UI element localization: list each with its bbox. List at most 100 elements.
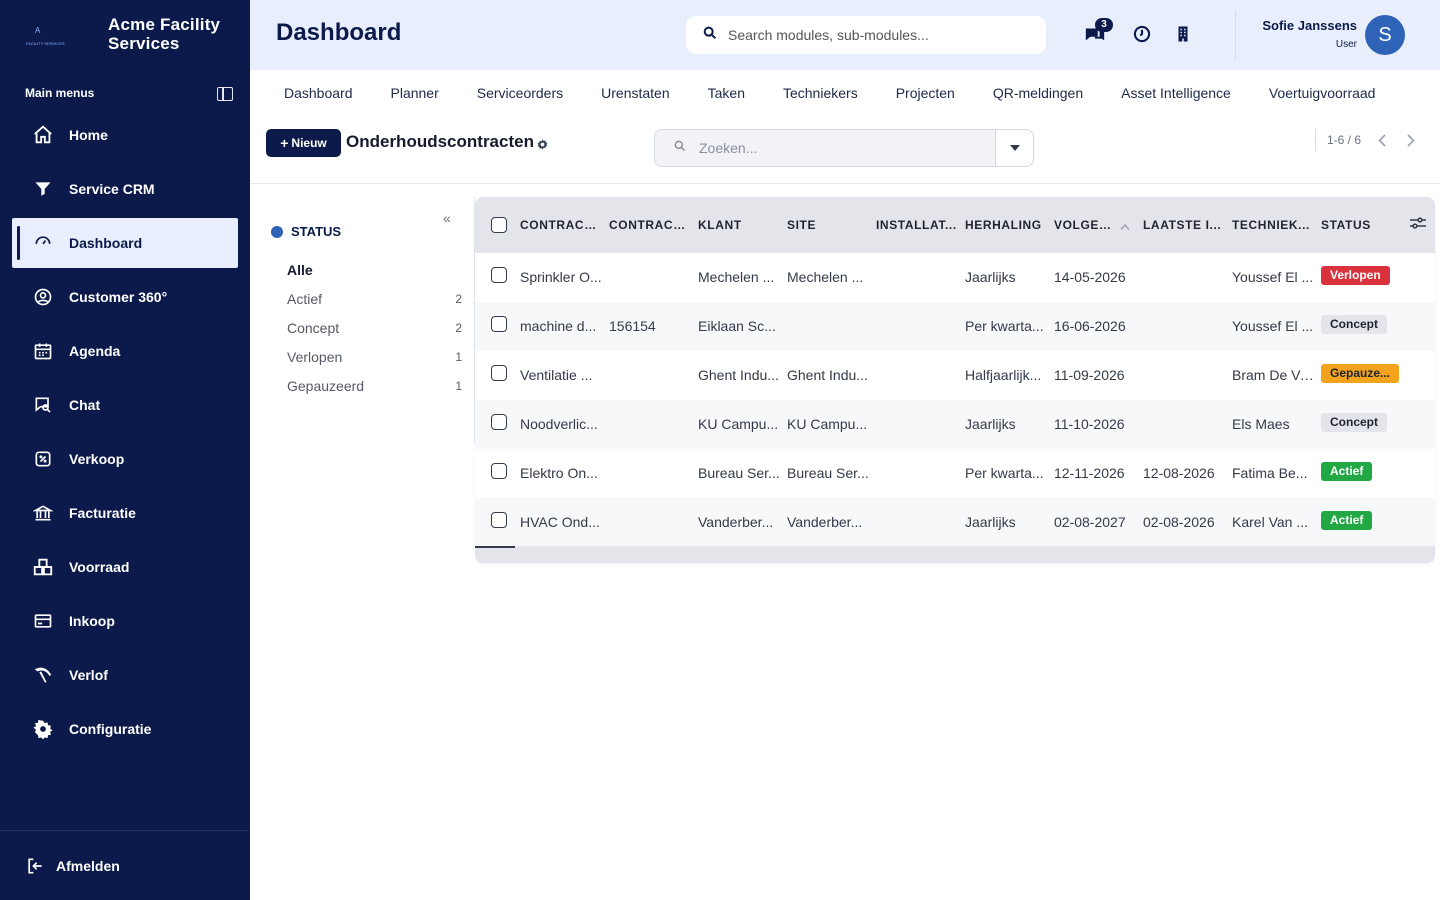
sort-asc-icon[interactable] [1120, 218, 1130, 236]
filter-count: 1 [455, 349, 462, 364]
sidebar-item-label: Chat [69, 397, 101, 413]
column-header-technieker[interactable]: TECHNIEK... [1232, 218, 1312, 232]
row-checkbox[interactable] [491, 463, 507, 479]
search-dropdown-toggle[interactable] [995, 130, 1033, 166]
cell-laatste: 02-08-2026 [1143, 514, 1215, 530]
sidebar-item-agenda[interactable]: Agenda [12, 326, 238, 376]
cell-volgend: 14-05-2026 [1054, 269, 1126, 285]
column-header-site[interactable]: SITE [787, 218, 869, 232]
sidebar-item-inkoop[interactable]: Inkoop [12, 596, 238, 646]
column-settings-icon[interactable] [1410, 216, 1426, 235]
filter-concept[interactable]: Concept 2 [287, 313, 465, 342]
tab-planner[interactable]: Planner [391, 85, 439, 101]
cell-technieker: Els Maes [1232, 416, 1290, 432]
table-row[interactable]: Ventilatie ... Ghent Indu... Ghent Indu.… [475, 351, 1435, 400]
sidebar-item-voorraad[interactable]: Voorraad [12, 542, 238, 592]
list-search-input[interactable] [699, 140, 969, 156]
building-button[interactable] [1171, 22, 1195, 46]
status-badge: Concept [1321, 315, 1387, 334]
chat-button[interactable]: 3 [1083, 18, 1113, 46]
collapse-panel-icon[interactable]: « [443, 210, 451, 226]
cell-site: Vanderber... [787, 514, 863, 530]
sidebar-item-verlof[interactable]: Verlof [12, 650, 238, 700]
cell-contract: Sprinkler O... [520, 269, 602, 285]
bank-icon [32, 502, 54, 524]
new-button[interactable]: + Nieuw [266, 129, 341, 157]
pager-divider [1315, 129, 1316, 151]
status-badge: Verlopen [1321, 266, 1390, 285]
column-header-herhaling[interactable]: HERHALING [965, 218, 1047, 232]
cell-herhaling: Jaarlijks [965, 269, 1016, 285]
sale-icon [32, 448, 54, 470]
cell-klant: Eiklaan Sc... [698, 318, 776, 334]
gauge-icon [32, 232, 54, 254]
row-checkbox[interactable] [491, 267, 507, 283]
tab-projecten[interactable]: Projecten [896, 85, 955, 101]
filter-alle[interactable]: Alle [287, 255, 465, 284]
table-row[interactable]: HVAC Ond... Vanderber... Vanderber... Ja… [475, 498, 1435, 547]
cell-site: Ghent Indu... [787, 367, 868, 383]
list-settings-gear-icon[interactable] [537, 137, 548, 155]
prev-page-icon[interactable] [1375, 131, 1389, 149]
column-header-laatste[interactable]: LAATSTE I... [1143, 218, 1223, 232]
column-header-klant[interactable]: KLANT [698, 218, 780, 232]
sidebar-item-service-crm[interactable]: Service CRM [12, 164, 238, 214]
home-icon [32, 124, 54, 146]
sidebar: A FACILITY SERVICES Acme Facility Servic… [0, 0, 250, 900]
row-checkbox[interactable] [491, 512, 507, 528]
cell-site: Mechelen ... [787, 269, 864, 285]
warehouse-icon [32, 556, 54, 578]
scrollbar-thumb[interactable] [475, 546, 515, 548]
sidebar-item-label: Service CRM [69, 181, 155, 197]
plus-icon: + [280, 135, 289, 151]
table-row[interactable]: Noodverlic... KU Campu... KU Campu... Ja… [475, 400, 1435, 449]
row-checkbox[interactable] [491, 365, 507, 381]
filter-gepauzeerd[interactable]: Gepauzeerd 1 [287, 371, 465, 400]
tab-serviceorders[interactable]: Serviceorders [477, 85, 563, 101]
column-header-installatie[interactable]: INSTALLAT... [876, 218, 958, 232]
sidebar-item-dashboard[interactable]: Dashboard [12, 218, 238, 268]
cell-herhaling: Per kwarta... [965, 465, 1044, 481]
tab-techniekers[interactable]: Techniekers [783, 85, 858, 101]
tab-urenstaten[interactable]: Urenstaten [601, 85, 669, 101]
tab-dashboard[interactable]: Dashboard [284, 85, 353, 101]
table-footer-scrollbar[interactable] [475, 546, 1435, 563]
new-button-label: Nieuw [291, 136, 327, 150]
table-row[interactable]: machine d... 156154 Eiklaan Sc... Per kw… [475, 302, 1435, 351]
sidebar-toggle-icon[interactable] [217, 87, 233, 101]
filter-label: Concept [287, 319, 340, 336]
sidebar-item-chat[interactable]: Chat [12, 380, 238, 430]
row-checkbox[interactable] [491, 414, 507, 430]
clock-button[interactable] [1130, 22, 1154, 46]
sidebar-item-configuratie[interactable]: Configuratie [12, 704, 238, 754]
list-search[interactable] [654, 129, 1034, 167]
sidebar-item-facturatie[interactable]: Facturatie [12, 488, 238, 538]
column-header-status[interactable]: STATUS [1321, 218, 1401, 232]
row-checkbox[interactable] [491, 316, 507, 332]
table-row[interactable]: Elektro On... Bureau Ser... Bureau Ser..… [475, 449, 1435, 498]
filter-label: Gepauzeerd [287, 377, 365, 394]
column-header-volgend[interactable]: VOLGEND. [1054, 218, 1120, 232]
cell-klant: Ghent Indu... [698, 367, 779, 383]
global-search-input[interactable] [728, 27, 1028, 43]
select-all-checkbox[interactable] [491, 217, 507, 233]
cell-herhaling: Halfjaarlijk... [965, 367, 1042, 383]
filter-count: 1 [455, 378, 462, 393]
sidebar-item-home[interactable]: Home [12, 110, 238, 160]
tab-qr-meldingen[interactable]: QR-meldingen [993, 85, 1083, 101]
table-row[interactable]: Sprinkler O... Mechelen ... Mechelen ...… [475, 253, 1435, 302]
filter-actief[interactable]: Actief 2 [287, 284, 465, 313]
column-header-contract-number[interactable]: CONTRACT... [609, 218, 691, 232]
tab-voertuigvoorraad[interactable]: Voertuigvoorraad [1269, 85, 1376, 101]
sidebar-item-customer-360[interactable]: Customer 360° [12, 272, 238, 322]
avatar[interactable]: S [1365, 15, 1405, 55]
next-page-icon[interactable] [1404, 131, 1418, 149]
logout-button[interactable]: Afmelden [0, 830, 250, 900]
column-header-contract[interactable]: CONTRACT... [520, 218, 602, 232]
sidebar-item-verkoop[interactable]: Verkoop [12, 434, 238, 484]
tab-taken[interactable]: Taken [708, 85, 745, 101]
tab-asset-intelligence[interactable]: Asset Intelligence [1121, 85, 1231, 101]
filter-verlopen[interactable]: Verlopen 1 [287, 342, 465, 371]
global-search[interactable] [686, 16, 1046, 54]
company-logo: A FACILITY SERVICES [26, 26, 65, 46]
